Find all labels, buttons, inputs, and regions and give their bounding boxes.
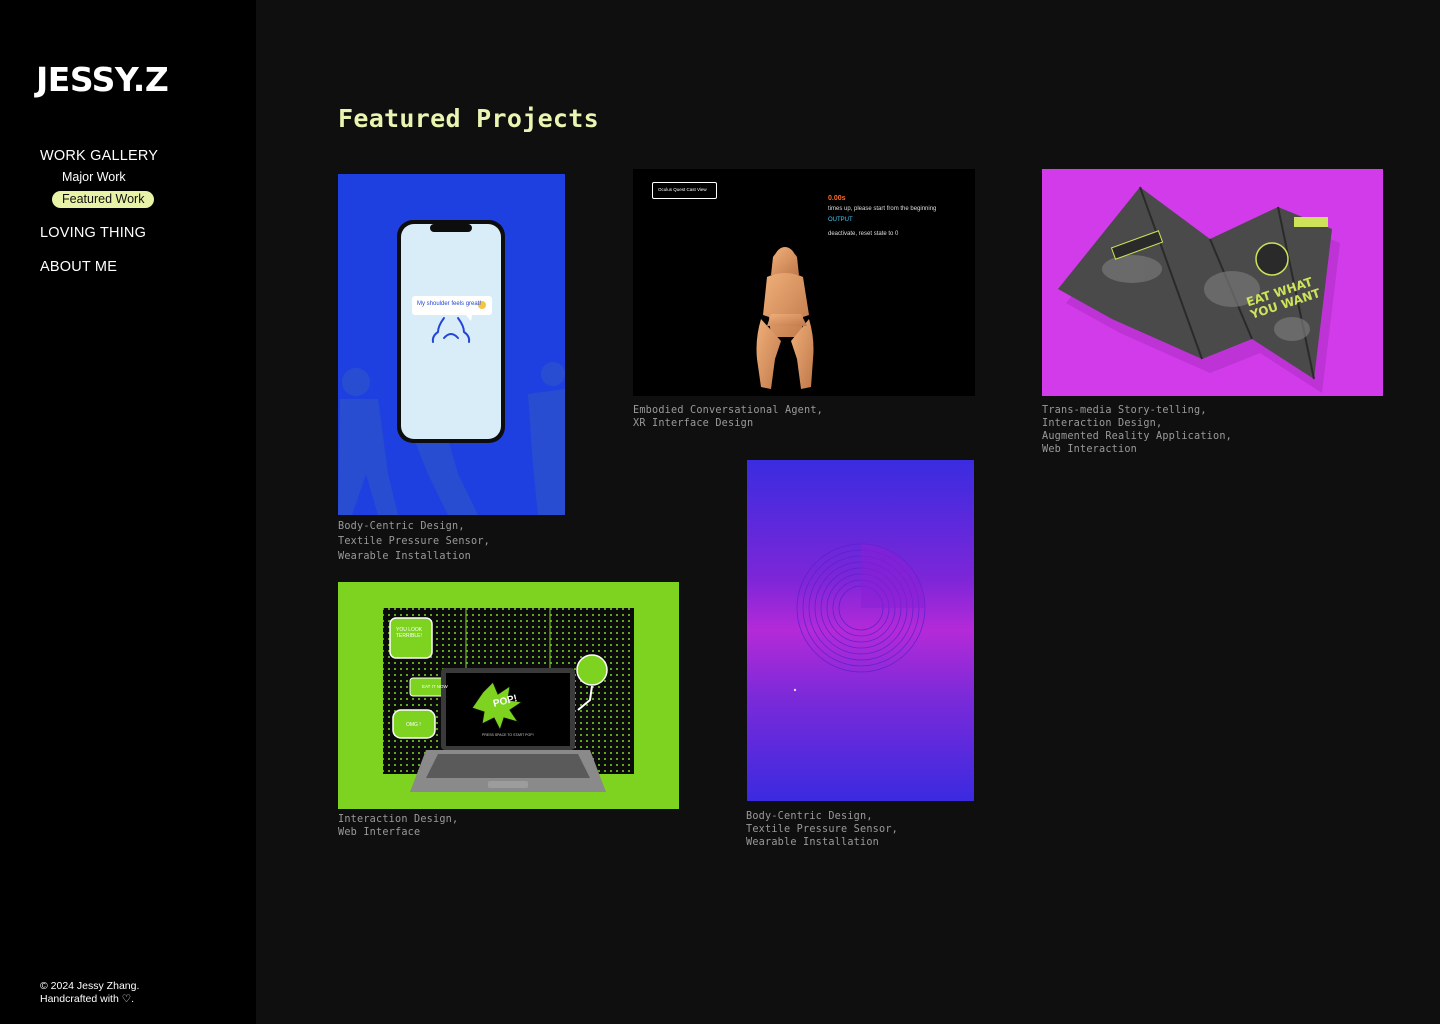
tag: Embodied Conversational Agent, [633,405,824,416]
project-tags-2: Embodied Conversational Agent, XR Interf… [633,404,823,430]
rings-illustration [793,543,926,692]
tag: Textile Pressure Sensor, [746,824,899,835]
tag: Interaction Design, [1042,418,1163,429]
project-thumbnail-5[interactable] [747,460,974,801]
project-thumbnail-1[interactable]: My shoulder feels great! [338,174,565,515]
project-card-4[interactable]: YOU LOOK TERRIBLE! EAT IT NOW OMG ! POP!… [338,582,679,842]
tag: Web Interaction [1042,444,1138,455]
project-tags-5: Body-Centric Design, Textile Pressure Se… [746,810,898,849]
brochure-illustration [1058,186,1340,393]
nav-loving-thing[interactable]: LOVING THING [40,225,158,241]
nav-major-work[interactable]: Major Work [62,170,126,184]
bubble-2-text: EAT IT NOW [422,684,448,689]
project-thumbnail-4[interactable]: YOU LOOK TERRIBLE! EAT IT NOW OMG ! POP!… [338,582,679,809]
project-tags-3: Trans-media Story-telling, Interaction D… [1042,404,1232,456]
project-tags-1: Body-Centric Design, Textile Pressure Se… [338,519,490,564]
bubble-3-text: OMG ! [406,722,421,728]
project-tags-4: Interaction Design, Web Interface [338,813,458,839]
bubble-1-text: YOU LOOK TERRIBLE! [396,627,423,639]
project-card-1[interactable]: My shoulder feels great! Body-Centric De… [338,174,565,564]
tag: XR Interface Design [633,418,754,429]
phone-bubble-text: My shoulder feels great! [417,301,482,307]
tag: Augmented Reality Application, [1042,431,1233,442]
project-card-2[interactable]: Oculus Quest Cast View 0.00s times up, p… [633,169,975,434]
footer-copyright: © 2024 Jessy Zhang. [40,980,140,992]
tag: Body-Centric Design, [746,811,873,822]
main-nav: WORK GALLERY Major Work Featured Work LO… [40,148,158,275]
nav-about-me[interactable]: ABOUT ME [40,259,158,275]
project-card-5[interactable]: Body-Centric Design, Textile Pressure Se… [746,460,974,852]
tag: Wearable Installation [338,551,472,562]
phone-illustration [338,220,565,515]
screen-hint: PRESS SPACE TO START POP! [482,733,534,737]
footer: © 2024 Jessy Zhang. Handcrafted with ♡. [40,980,139,1005]
tag: Web Interface [338,827,421,838]
nav-work-gallery[interactable]: WORK GALLERY [40,148,158,164]
site-logo[interactable]: JESSY.Z [36,60,169,99]
project-thumbnail-2[interactable]: Oculus Quest Cast View 0.00s times up, p… [633,169,975,396]
sidebar: JESSY.Z WORK GALLERY Major Work Featured… [0,0,256,1024]
tag: Wearable Installation [746,837,880,848]
project-card-3[interactable]: EAT WHAT YOU WANT Trans-media Story-tell… [1042,169,1383,459]
footer-credit: Handcrafted with ♡. [40,992,135,1005]
tag: Trans-media Story-telling, [1042,405,1207,416]
tag: Textile Pressure Sensor, [338,536,491,547]
tag: Interaction Design, [338,814,459,825]
nav-featured-work[interactable]: Featured Work [52,191,155,208]
tag: Body-Centric Design, [338,521,465,532]
project-thumbnail-3[interactable]: EAT WHAT YOU WANT [1042,169,1383,396]
avatar-figure [756,247,814,389]
page-title: Featured Projects [338,104,599,133]
